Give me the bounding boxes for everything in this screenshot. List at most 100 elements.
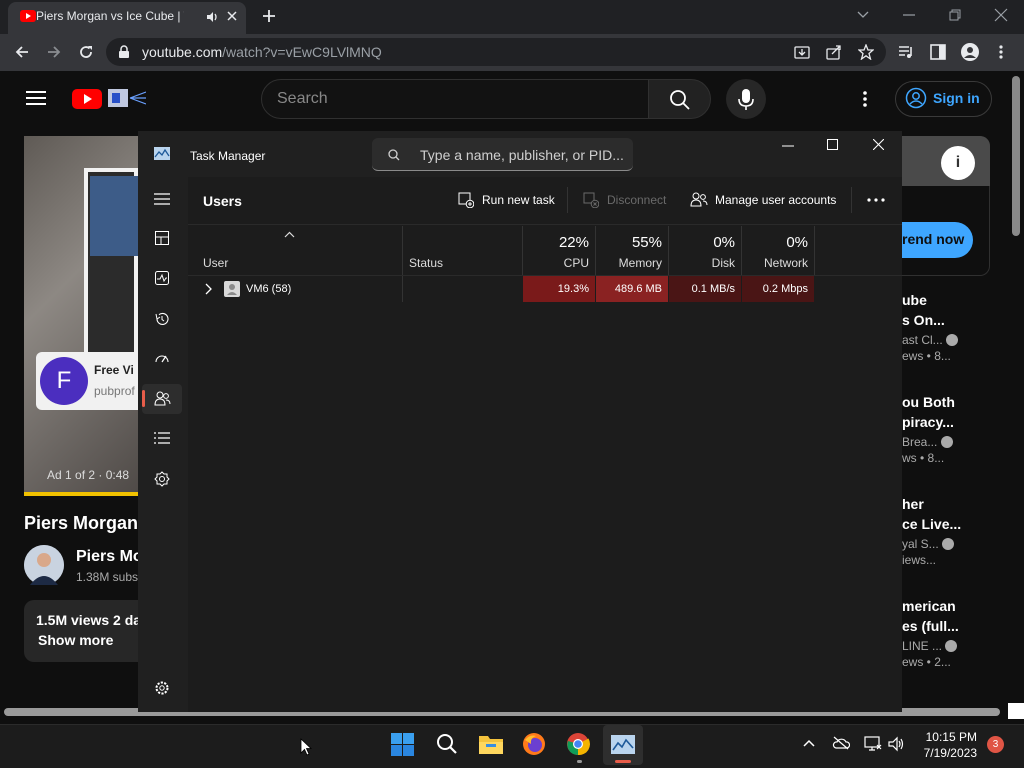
account-circle-icon — [905, 87, 927, 109]
channel-avatar[interactable] — [24, 545, 64, 585]
chrome-icon[interactable] — [566, 732, 590, 756]
nav-details-icon[interactable] — [154, 432, 170, 444]
sort-ascending-icon[interactable] — [284, 231, 295, 238]
page-title: Users — [203, 193, 242, 209]
network-icon[interactable] — [864, 736, 882, 752]
share-icon[interactable] — [826, 44, 842, 60]
chrome-running-indicator — [577, 760, 582, 763]
show-more-button[interactable]: Show more — [38, 632, 113, 648]
ad-counter: Ad 1 of 2 · 0:48 — [47, 468, 130, 482]
new-tab-icon[interactable] — [262, 9, 276, 23]
windows-start-icon[interactable] — [391, 733, 414, 756]
user-avatar-icon — [224, 281, 240, 297]
url-path: /watch?v=vEwC9LVlMNQ — [222, 44, 382, 60]
youtube-search-button[interactable] — [648, 79, 711, 119]
channel-name[interactable]: Piers Mo — [76, 548, 143, 566]
clock-time[interactable]: 10:15 PM — [925, 730, 977, 744]
column-cpu[interactable]: CPU — [523, 256, 589, 270]
tm-close-icon[interactable] — [873, 139, 884, 150]
cpu-total[interactable]: 22% — [523, 234, 589, 251]
install-app-icon[interactable] — [794, 44, 810, 60]
disconnect-icon — [583, 192, 599, 208]
manage-user-accounts-button[interactable]: Manage user accounts — [715, 193, 836, 207]
run-new-task-button[interactable]: Run new task — [482, 193, 555, 207]
column-memory[interactable]: Memory — [596, 256, 662, 270]
info-icon[interactable]: i — [941, 146, 975, 180]
nav-performance-icon[interactable] — [155, 271, 169, 285]
recommendation-meta: ews • 8... — [902, 349, 951, 363]
media-controls-icon[interactable] — [898, 44, 914, 60]
lock-icon[interactable] — [118, 45, 130, 59]
side-panel-icon[interactable] — [930, 44, 946, 60]
nav-services-icon[interactable] — [154, 471, 170, 487]
url-host: youtube.com — [142, 44, 223, 60]
file-explorer-icon[interactable] — [478, 733, 504, 755]
tm-minimize-icon[interactable] — [782, 145, 794, 147]
user-name: VM6 (58) — [246, 283, 292, 295]
cell-cpu: 19.3% — [523, 276, 595, 302]
recommendation-item[interactable]: ou Both piracy... Brea... ws • 8... — [902, 392, 1012, 465]
nav-app-history-icon[interactable] — [154, 311, 170, 327]
youtube-more-icon[interactable] — [862, 90, 868, 108]
channel-subscribers: 1.38M subs — [76, 570, 139, 584]
notification-badge[interactable]: 3 — [987, 736, 1004, 753]
expand-chevron-icon[interactable] — [204, 283, 212, 295]
cell-memory: 489.6 MB — [596, 276, 668, 302]
window-minimize-icon[interactable] — [902, 13, 916, 17]
disconnect-button[interactable]: Disconnect — [607, 193, 666, 207]
nav-hamburger-icon[interactable] — [154, 193, 170, 205]
more-options-icon[interactable] — [867, 198, 885, 202]
recommendation-item[interactable]: ube s On... ast Cl... ews • 8... — [902, 290, 1012, 363]
youtube-logo-icon[interactable] — [72, 87, 146, 109]
recommendation-item[interactable]: merican es (full... LINE ... ews • 2... — [902, 596, 1012, 669]
tab-audio-icon[interactable] — [205, 10, 219, 24]
memory-total[interactable]: 55% — [596, 234, 662, 251]
network-total[interactable]: 0% — [742, 234, 808, 251]
tm-maximize-icon[interactable] — [827, 139, 838, 150]
column-network[interactable]: Network — [742, 256, 808, 270]
taskbar-search-icon[interactable] — [436, 733, 458, 755]
recommendation-meta: ews • 2... — [902, 655, 951, 669]
firefox-icon[interactable] — [522, 732, 546, 756]
column-user[interactable]: User — [203, 256, 228, 270]
tab-search-chevron-icon[interactable] — [856, 10, 870, 20]
disk-total[interactable]: 0% — [669, 234, 735, 251]
nav-startup-apps-icon[interactable] — [154, 351, 170, 365]
tab-close-icon[interactable] — [226, 10, 238, 22]
clock-date[interactable]: 7/19/2023 — [918, 746, 977, 760]
manage-user-accounts-icon — [690, 192, 708, 207]
nav-users-icon[interactable] — [154, 391, 171, 406]
chrome-menu-icon[interactable] — [998, 44, 1004, 60]
recommendation-title: s On... — [902, 312, 945, 328]
column-disk[interactable]: Disk — [669, 256, 735, 270]
forward-arrow-icon[interactable] — [46, 44, 62, 60]
back-arrow-icon[interactable] — [14, 44, 30, 60]
description-box[interactable] — [24, 600, 138, 662]
nav-settings-gear-icon[interactable] — [154, 680, 170, 696]
microphone-icon — [738, 89, 754, 110]
ad-progress-bar[interactable] — [24, 492, 138, 496]
ad-subtitle: pubprof — [94, 384, 135, 398]
nav-processes-icon[interactable] — [155, 231, 169, 245]
profile-avatar-icon[interactable] — [961, 43, 979, 61]
volume-icon[interactable] — [888, 736, 906, 752]
task-manager-search-placeholder: Type a name, publisher, or PID... — [420, 147, 624, 163]
onedrive-offline-icon[interactable] — [832, 736, 850, 750]
bookmark-star-icon[interactable] — [858, 44, 874, 60]
recommendation-title: piracy... — [902, 414, 954, 430]
window-close-icon[interactable] — [994, 8, 1008, 22]
window-restore-icon[interactable] — [948, 8, 962, 22]
voice-search-button[interactable] — [726, 79, 766, 119]
task-manager-title: Task Manager — [190, 149, 266, 163]
vertical-scrollbar[interactable] — [1012, 76, 1020, 236]
recommendation-item[interactable]: her ce Live... yal S... iews... — [902, 494, 1012, 567]
view-count: 1.5M views 2 da — [36, 612, 142, 628]
reload-icon[interactable] — [78, 44, 94, 60]
show-hidden-icons-chevron-icon[interactable] — [802, 738, 816, 748]
recommendation-channel: Brea... — [902, 435, 938, 449]
video-player[interactable] — [24, 136, 138, 494]
recommendation-channel: yal S... — [902, 537, 939, 551]
hamburger-menu-icon[interactable] — [26, 90, 46, 106]
column-status[interactable]: Status — [409, 256, 443, 270]
youtube-favicon-icon — [20, 10, 36, 22]
